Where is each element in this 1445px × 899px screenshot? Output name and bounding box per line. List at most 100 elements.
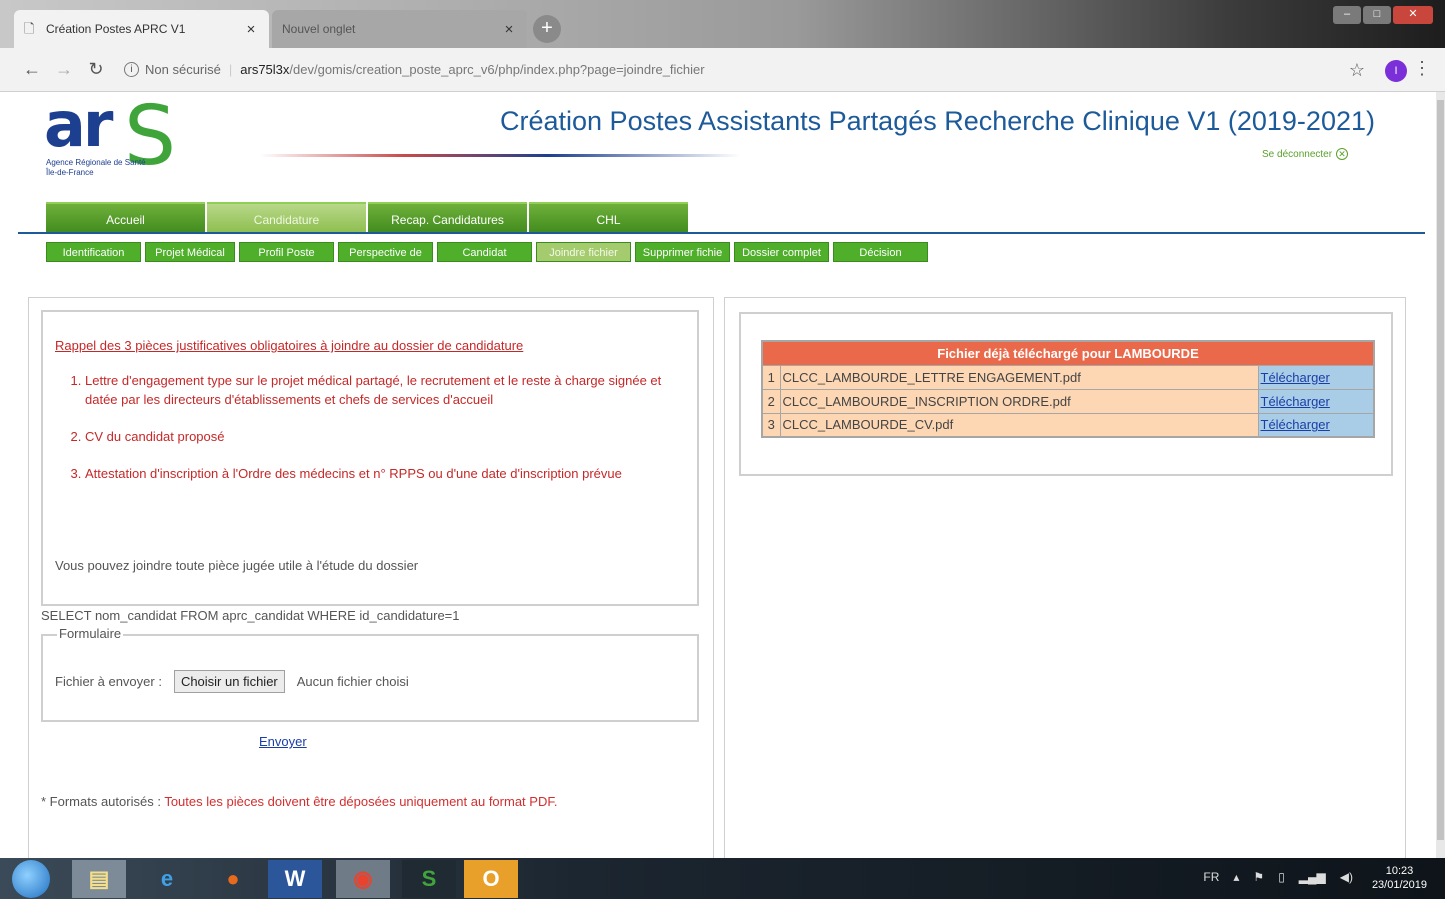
flag-icon[interactable]: ⚑	[1253, 870, 1264, 884]
system-tray: FR ▴ ⚑ ▯ ▂▄▆ ◀)	[1203, 870, 1353, 884]
url-input[interactable]: i Non sécurisé | ars75l3x /dev/gomis/cre…	[124, 55, 1314, 85]
reload-icon[interactable]: ↻	[82, 59, 110, 80]
decorative-line	[260, 154, 740, 157]
battery-icon[interactable]: ▯	[1278, 870, 1285, 884]
list-item: Lettre d'engagement type sur le projet m…	[85, 371, 685, 409]
download-cell: Télécharger	[1257, 364, 1375, 390]
file-explorer-icon[interactable]: ▤	[72, 860, 126, 898]
main-nav-candidature[interactable]: Candidature	[207, 202, 366, 234]
clock-date: 23/01/2019	[1371, 879, 1427, 891]
download-link[interactable]: Télécharger	[1261, 370, 1330, 385]
word-icon[interactable]: W	[268, 860, 322, 898]
required-documents-list: Lettre d'engagement type sur le projet m…	[85, 371, 685, 483]
required-documents-box: Rappel des 3 pièces justificatives oblig…	[41, 310, 699, 606]
url-host: ars75l3x	[240, 62, 290, 77]
bookmark-star-icon[interactable]: ☆	[1349, 60, 1365, 81]
download-link[interactable]: Télécharger	[1261, 417, 1330, 432]
url-separator: |	[228, 62, 233, 77]
list-item: Attestation d'inscription à l'Ordre des …	[85, 464, 685, 483]
network-icon[interactable]: ▂▄▆	[1299, 870, 1326, 884]
uploaded-files-panel: Fichier déjà téléchargé pour LAMBOURDE 1…	[724, 297, 1406, 867]
scrollbar-thumb[interactable]	[1437, 100, 1444, 840]
download-cell: Télécharger	[1257, 388, 1375, 414]
profile-avatar[interactable]: I	[1385, 60, 1407, 82]
language-indicator[interactable]: FR	[1203, 870, 1219, 884]
sub-nav-perspective[interactable]: Perspective de	[338, 242, 433, 262]
security-status: Non sécurisé	[145, 62, 221, 77]
address-bar: ← → ↻ i Non sécurisé | ars75l3x /dev/gom…	[0, 48, 1445, 92]
nav-divider	[18, 232, 1425, 234]
file-name: CLCC_LAMBOURDE_INSCRIPTION ORDRE.pdf	[779, 388, 1259, 414]
close-tab-icon[interactable]: ×	[243, 21, 259, 38]
sub-nav-identification[interactable]: Identification	[46, 242, 141, 262]
clock[interactable]: 10:23 23/01/2019	[1372, 864, 1427, 892]
sub-nav-supprimer-fichier[interactable]: Supprimer fichie	[635, 242, 730, 262]
new-tab-button[interactable]: +	[533, 15, 561, 43]
page-icon: 🗋	[24, 21, 35, 36]
browser-menu-icon[interactable]: ⋮	[1413, 58, 1431, 79]
back-arrow-icon[interactable]: ←	[18, 59, 46, 80]
file-label: Fichier à envoyer :	[55, 674, 162, 689]
maximize-icon[interactable]: □	[1363, 6, 1391, 24]
minimize-icon[interactable]: –	[1333, 6, 1361, 24]
main-nav-accueil[interactable]: Accueil	[46, 202, 205, 234]
table-row: 2 CLCC_LAMBOURDE_INSCRIPTION ORDRE.pdf T…	[761, 388, 1375, 414]
url-path: /dev/gomis/creation_poste_aprc_v6/php/in…	[289, 62, 705, 77]
sub-nav-joindre-fichier[interactable]: Joindre fichier	[536, 242, 631, 262]
sub-nav-profil-poste[interactable]: Profil Poste	[239, 242, 334, 262]
start-button-icon[interactable]	[12, 860, 50, 898]
internet-explorer-icon[interactable]: e	[140, 860, 194, 898]
main-nav-recap[interactable]: Recap. Candidatures	[368, 202, 527, 234]
list-item: CV du candidat proposé	[85, 427, 685, 446]
main-nav-chl[interactable]: CHL	[529, 202, 688, 234]
upload-panel: Rappel des 3 pièces justificatives oblig…	[28, 297, 714, 867]
forward-arrow-icon[interactable]: →	[50, 59, 78, 80]
firefox-icon[interactable]: ●	[206, 860, 260, 898]
page-title: Création Postes Assistants Partagés Rech…	[500, 106, 1375, 136]
window-close-icon[interactable]: ✕	[1393, 6, 1433, 24]
file-number: 1	[761, 364, 781, 390]
logout-label: Se déconnecter	[1262, 148, 1333, 160]
sub-nav-decision[interactable]: Décision	[833, 242, 928, 262]
sub-nav-candidat[interactable]: Candidat	[437, 242, 532, 262]
ars-logo: ar S Agence Régionale de Santé Île-de-Fr…	[44, 94, 184, 192]
download-cell: Télécharger	[1257, 412, 1375, 438]
allowed-formats-note: * Formats autorisés : Toutes les pièces …	[41, 794, 557, 809]
download-link[interactable]: Télécharger	[1261, 394, 1330, 409]
file-row: Fichier à envoyer : Choisir un fichier A…	[55, 670, 409, 693]
browser-tab-bar: 🗋 Création Postes APRC V1 × Nouvel ongle…	[0, 0, 1445, 48]
form-legend: Formulaire	[57, 626, 124, 641]
volume-icon[interactable]: ◀)	[1340, 870, 1353, 884]
uploaded-files-box: Fichier déjà téléchargé pour LAMBOURDE 1…	[739, 312, 1393, 476]
outlook-icon[interactable]: O	[464, 860, 518, 898]
info-icon[interactable]: i	[124, 62, 139, 77]
tab-title: Création Postes APRC V1	[46, 22, 186, 36]
file-name: CLCC_LAMBOURDE_CV.pdf	[779, 412, 1259, 438]
file-name: CLCC_LAMBOURDE_LETTRE ENGAGEMENT.pdf	[779, 364, 1259, 390]
upload-form: Formulaire Fichier à envoyer : Choisir u…	[41, 626, 699, 722]
close-tab-icon[interactable]: ×	[501, 21, 517, 38]
window-controls: – □ ✕	[1333, 6, 1433, 24]
uploaded-files-table: Fichier déjà téléchargé pour LAMBOURDE 1…	[761, 340, 1375, 438]
sub-nav-projet-medical[interactable]: Projet Médical	[145, 242, 235, 262]
table-header: Fichier déjà téléchargé pour LAMBOURDE	[762, 341, 1374, 365]
logout-icon: ✕	[1336, 148, 1349, 160]
clock-time: 10:23	[1385, 865, 1414, 877]
sql-debug-text: SELECT nom_candidat FROM aprc_candidat W…	[41, 608, 460, 623]
main-nav: Accueil Candidature Recap. Candidatures …	[46, 202, 688, 234]
app-s-icon[interactable]: S	[402, 860, 456, 898]
optional-documents-hint: Vous pouvez joindre toute pièce jugée ut…	[55, 558, 419, 573]
no-file-text: Aucun fichier choisi	[296, 674, 409, 689]
sub-nav-dossier-complet[interactable]: Dossier complet	[734, 242, 829, 262]
chrome-icon[interactable]: ◉	[336, 860, 390, 898]
submit-link[interactable]: Envoyer	[259, 734, 307, 749]
sub-nav: Identification Projet Médical Profil Pos…	[46, 242, 928, 262]
logout-link[interactable]: Se déconnecter ✕	[1262, 148, 1349, 160]
os-taskbar: ▤ e ● W ◉ S O FR ▴ ⚑ ▯ ▂▄▆ ◀) 10:23 23/0…	[0, 858, 1445, 899]
browser-tab-active[interactable]: 🗋 Création Postes APRC V1 ×	[14, 10, 269, 48]
table-row: 3 CLCC_LAMBOURDE_CV.pdf Télécharger	[761, 412, 1375, 438]
tray-arrow-icon[interactable]: ▴	[1233, 870, 1239, 884]
web-page: ar S Agence Régionale de Santé Île-de-Fr…	[0, 92, 1436, 867]
choose-file-button[interactable]: Choisir un fichier	[173, 670, 285, 693]
browser-tab-inactive[interactable]: Nouvel onglet ×	[272, 10, 527, 48]
